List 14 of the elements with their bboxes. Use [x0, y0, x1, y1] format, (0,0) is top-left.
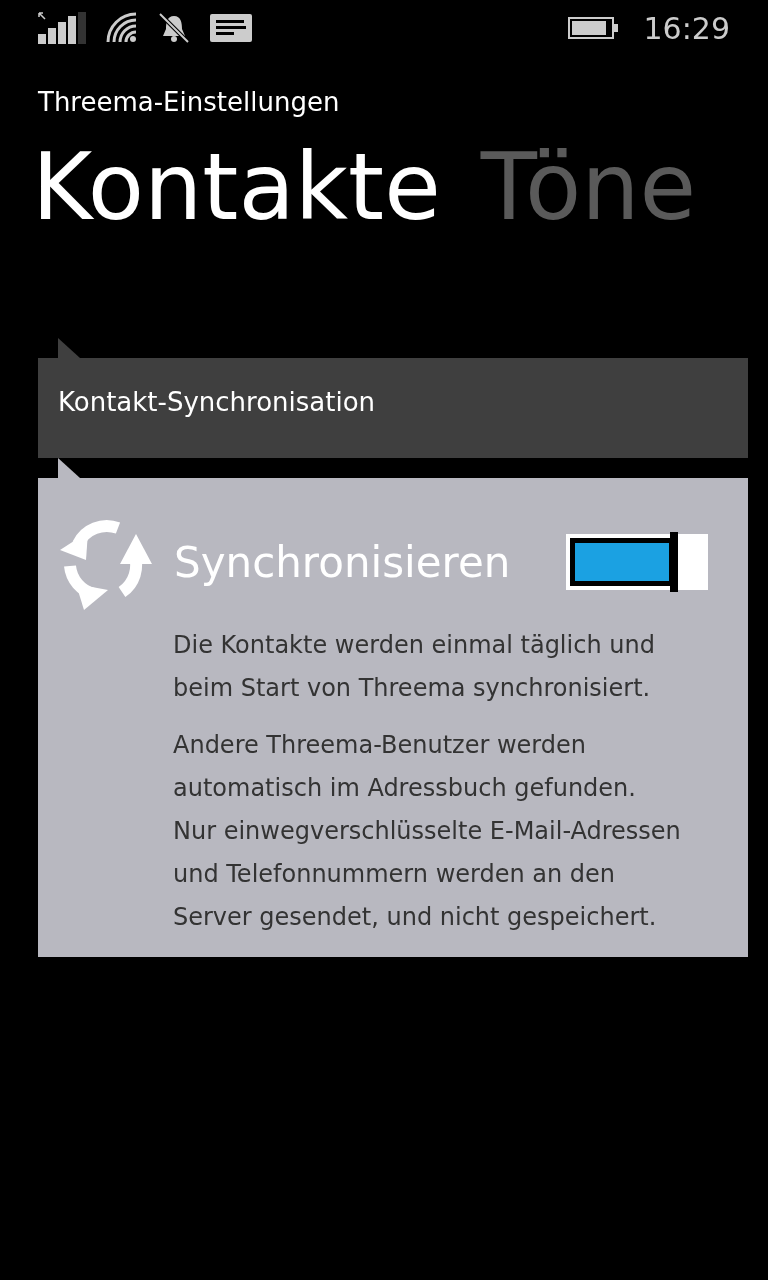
- muted-bell-icon: [158, 12, 190, 44]
- description-text: Die Kontakte werden einmal täglich und beim Start von Threema synchronisiert.: [173, 630, 656, 704]
- app-title: Threema-Einstellungen: [38, 86, 341, 119]
- section-header[interactable]: Kontakt-Synchronisation: [38, 358, 748, 458]
- section-title: Kontakt-Synchronisation: [58, 385, 376, 419]
- message-icon: [210, 14, 252, 42]
- battery-icon: [567, 17, 618, 39]
- pivot-header[interactable]: Kontakte: [32, 128, 441, 248]
- wifi-icon: [106, 12, 138, 44]
- description-text: Andere Threema-Benutzer werden automatisch im Adressbuch gefunden. Nur einwegverschlüsselte E-Mail-Adressen und Telefonnummern werden an den Server gesendet, und nicht gespeichert.: [173, 730, 682, 933]
- signal-icon: [38, 12, 86, 44]
- clock-time: 16:29: [643, 9, 730, 48]
- toggle-switch[interactable]: [566, 532, 708, 592]
- setting-label: Synchronisieren: [174, 536, 512, 589]
